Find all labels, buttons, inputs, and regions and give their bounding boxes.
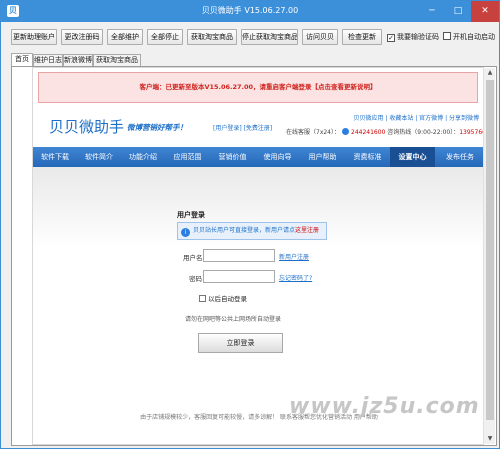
login-area-background [33, 167, 483, 402]
security-hint: 请勿在网吧等公共上网场所自动登录 [185, 316, 282, 323]
tab-strip: 首页 维护日志 新浪微博 获取淘宝商品 [11, 53, 499, 67]
new-user-register-link[interactable]: 新用户注册 [279, 252, 309, 261]
forgot-password-link[interactable]: 忘记密码了? [279, 273, 312, 282]
minimize-button[interactable]: ─ [419, 1, 445, 22]
captcha-checkbox[interactable]: ✓ 我要输验证码 [387, 32, 439, 44]
password-input[interactable] [203, 270, 275, 283]
nav-item-help[interactable]: 用户帮助 [300, 147, 345, 167]
nav-item-pricing[interactable]: 资费标准 [345, 147, 390, 167]
stop-all-button[interactable]: 全部停止 [147, 29, 183, 45]
site-logo[interactable]: 贝贝微助手 [49, 116, 124, 137]
username-input[interactable] [203, 249, 275, 262]
register-here-link[interactable]: 这里注册 [295, 227, 319, 234]
nav-item-intro[interactable]: 软件简介 [77, 147, 121, 167]
stop-fetch-taobao-button[interactable]: 停止获取淘宝商品 [241, 29, 298, 45]
nav-item-scope[interactable]: 应用范围 [165, 147, 210, 167]
nav-item-value[interactable]: 营销价值 [210, 147, 255, 167]
maintain-all-button[interactable]: 全部维护 [107, 29, 143, 45]
header-login-links[interactable]: [用户登录] [免费注册] [213, 123, 272, 132]
scroll-down-icon[interactable]: ▼ [485, 434, 495, 444]
tab-panel: 客户端：已更新至版本V15.06.27.00，请重启客户端登录【点击查看更新说明… [11, 66, 497, 446]
login-info-text: 贝贝站长用户可直接登录，新用户请点 [193, 227, 296, 234]
nav-item-download[interactable]: 软件下载 [33, 147, 77, 167]
checkbox-checked-icon: ✓ [387, 34, 395, 42]
login-title: 用户登录 [177, 211, 205, 219]
online-service: 在线客服（7x24）： 244241600 咨询热线（9:00-22:00）：13… [286, 127, 483, 136]
watermark: www.jz5u.com [289, 394, 480, 419]
toolbar: 更新助理账户 更改注册码 全部维护 全部停止 获取淘宝商品 停止获取淘宝商品 访… [1, 23, 499, 51]
hotline-number: 13957666096 [459, 129, 483, 136]
web-content: 客户端：已更新至版本V15.06.27.00，请重启客户端登录【点击查看更新说明… [32, 67, 484, 445]
maximize-button[interactable]: □ [445, 1, 471, 22]
auto-login-label: 以后自动登录 [208, 295, 247, 303]
checkbox-unchecked-icon [199, 295, 206, 302]
checkbox-unchecked-icon [443, 32, 451, 40]
nav-item-settings[interactable]: 设置中心 [390, 147, 435, 167]
tab-maintenance-log[interactable]: 维护日志 [33, 54, 63, 66]
fetch-taobao-button[interactable]: 获取淘宝商品 [187, 29, 237, 45]
qq-icon[interactable] [342, 128, 350, 135]
tab-sina-weibo[interactable]: 新浪微博 [63, 54, 93, 66]
captcha-checkbox-label: 我要输验证码 [397, 33, 439, 41]
scroll-up-icon[interactable]: ▲ [485, 68, 495, 78]
online-service-label: 在线客服（7x24）： [286, 129, 341, 136]
close-button[interactable]: ✕ [471, 1, 499, 22]
info-icon: i [181, 228, 190, 237]
update-account-button[interactable]: 更新助理账户 [11, 29, 57, 45]
scroll-thumb[interactable] [486, 80, 494, 420]
autostart-checkbox-label: 开机自动启动 [453, 33, 495, 41]
tab-home[interactable]: 首页 [11, 53, 33, 67]
site-nav: 软件下载 软件简介 功能介绍 应用范围 营销价值 使用向导 用户帮助 资费标准 … [33, 147, 483, 167]
login-info-box: i 贝贝站长用户可直接登录，新用户请点这里注册 [177, 222, 327, 240]
top-links[interactable]: 贝贝微应用 | 收藏本站 | 官方微博 | 分享到微博 [353, 113, 479, 122]
check-update-button[interactable]: 检查更新 [342, 29, 382, 45]
nav-item-publish[interactable]: 发布任务 [435, 147, 483, 167]
autostart-checkbox[interactable]: 开机自动启动 [443, 32, 495, 44]
update-notice[interactable]: 客户端：已更新至版本V15.06.27.00，请重启客户端登录【点击查看更新说明… [38, 72, 478, 103]
auto-login-checkbox[interactable]: 以后自动登录 [199, 293, 247, 303]
app-window: 贝 贝贝微助手 V15.06.27.00 ─ □ ✕ 更新助理账户 更改注册码 … [0, 0, 500, 449]
tab-taobao-products[interactable]: 获取淘宝商品 [93, 54, 141, 66]
title-bar[interactable]: 贝 贝贝微助手 V15.06.27.00 ─ □ ✕ [1, 1, 499, 22]
nav-item-features[interactable]: 功能介绍 [121, 147, 165, 167]
vertical-scrollbar[interactable]: ▲ ▼ [483, 68, 495, 444]
nav-item-guide[interactable]: 使用向导 [255, 147, 300, 167]
change-regcode-button[interactable]: 更改注册码 [61, 29, 103, 45]
site-slogan: 微博营销好帮手！ [127, 123, 187, 132]
hotline-label: 咨询热线（9:00-22:00）： [387, 129, 460, 136]
login-button[interactable]: 立即登录 [198, 333, 283, 353]
site-header: 贝贝微助手 微博营销好帮手！ [用户登录] [免费注册] 贝贝微应用 | 收藏本… [33, 106, 483, 146]
visit-beibei-button[interactable]: 访问贝贝 [302, 29, 338, 45]
qq-number: 244241600 [351, 129, 386, 136]
